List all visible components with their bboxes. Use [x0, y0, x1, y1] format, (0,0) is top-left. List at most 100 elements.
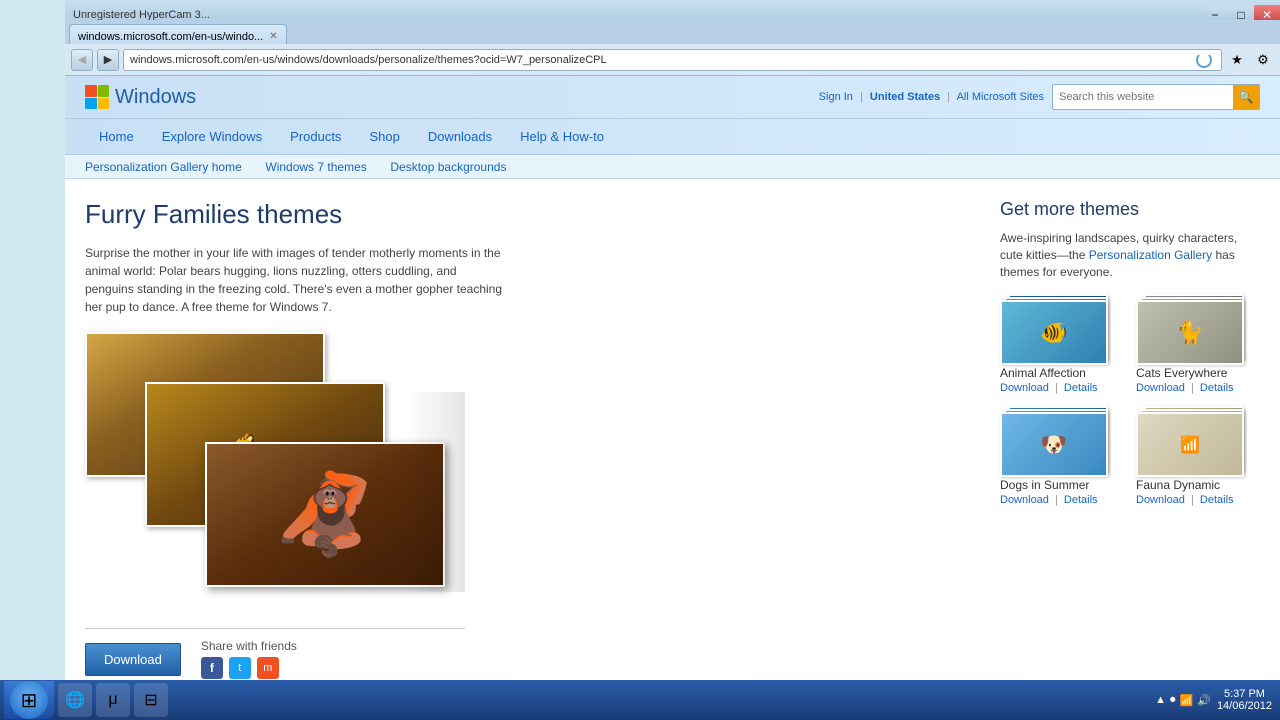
taskbar: ⊞ 🌐 μ ⊟ ▲ ⏺ 📶 🔊 5:37 PM 14/06/2012 — [0, 680, 1280, 720]
theme-name-cats-everywhere: Cats Everywhere — [1136, 366, 1260, 380]
taskbar-left: ⊞ 🌐 μ ⊟ — [0, 681, 168, 719]
subnav-gallery-home[interactable]: Personalization Gallery home — [85, 160, 242, 174]
sys-icon-network: 📶 — [1180, 694, 1194, 707]
main-nav: Home Explore Windows Products Shop Downl… — [65, 119, 1280, 155]
msn-share-button[interactable]: m — [257, 657, 279, 679]
share-icons: f t m — [201, 657, 297, 679]
taskbar-icon-wmc[interactable]: ⊟ — [134, 683, 168, 717]
nav-explore-windows[interactable]: Explore Windows — [148, 119, 276, 154]
thumb-front: 🐠 — [1000, 300, 1108, 365]
content-divider — [85, 628, 465, 629]
facebook-share-button[interactable]: f — [201, 657, 223, 679]
share-section: Share with friends f t m — [201, 639, 297, 679]
page-wrapper: Windows Sign In | United States | All Mi… — [65, 76, 1280, 680]
page-title: Furry Families themes — [85, 199, 970, 230]
favorites-button[interactable]: ★ — [1226, 49, 1248, 71]
gallery-link[interactable]: Personalization Gallery — [1089, 248, 1212, 262]
tools-button[interactable]: ⚙ — [1252, 49, 1274, 71]
animal-affection-details-link[interactable]: Details — [1064, 382, 1098, 394]
site-header: Windows Sign In | United States | All Mi… — [65, 76, 1280, 119]
theme-name-fauna-dynamic: Fauna Dynamic — [1136, 478, 1260, 492]
dogs-in-summer-details-link[interactable]: Details — [1064, 494, 1098, 506]
thumb-front: 📶 — [1136, 412, 1244, 477]
header-right: Sign In | United States | All Microsoft … — [819, 84, 1260, 110]
loading-spinner — [1196, 52, 1212, 68]
theme-links-dogs-in-summer: Download | Details — [1000, 494, 1124, 506]
theme-links-animal-affection: Download | Details — [1000, 382, 1124, 394]
nav-shop[interactable]: Shop — [355, 119, 413, 154]
main-content: Furry Families themes Surprise the mothe… — [85, 199, 970, 680]
tab-label: windows.microsoft.com/en-us/windo... — [78, 31, 263, 43]
taskbar-time-text: 5:37 PM — [1217, 688, 1272, 700]
theme-thumb-dogs-in-summer: 🐕 🐶 — [1000, 406, 1115, 478]
nav-products[interactable]: Products — [276, 119, 355, 154]
theme-thumb-animal-affection: 🐟 🐠 — [1000, 294, 1115, 366]
theme-links-cats-everywhere: Download | Details — [1136, 382, 1260, 394]
taskbar-icon-chrome[interactable]: 🌐 — [58, 683, 92, 717]
logo-text: Windows — [115, 86, 196, 109]
cats-everywhere-download-link[interactable]: Download — [1136, 382, 1185, 394]
monkey-icon: 🦧 — [275, 468, 375, 562]
theme-card-dogs-in-summer: 🐕 🐶 Dogs in Summer Download | Details — [1000, 406, 1124, 506]
header-links: Sign In | United States | All Microsoft … — [819, 91, 1044, 103]
fauna-dynamic-download-link[interactable]: Download — [1136, 494, 1185, 506]
browser-content: Windows Sign In | United States | All Mi… — [65, 76, 1280, 680]
united-states-link[interactable]: United States — [870, 91, 940, 103]
animal-affection-download-link[interactable]: Download — [1000, 382, 1049, 394]
nav-help[interactable]: Help & How-to — [506, 119, 618, 154]
fauna-dynamic-details-link[interactable]: Details — [1200, 494, 1234, 506]
themes-grid: 🐟 🐠 Animal Affection Download | Details — [1000, 294, 1260, 506]
windows-logo: Windows — [85, 85, 196, 109]
description: Surprise the mother in your life with im… — [85, 244, 505, 316]
sign-in-link[interactable]: Sign In — [819, 91, 853, 103]
theme-name-animal-affection: Animal Affection — [1000, 366, 1124, 380]
refresh-button[interactable] — [1193, 49, 1215, 71]
download-button[interactable]: Download — [85, 643, 181, 676]
sys-icon-sound: 🔊 — [1197, 694, 1211, 707]
subnav-w7-themes[interactable]: Windows 7 themes — [265, 160, 366, 174]
theme-card-cats-everywhere: 🐱 🐈 Cats Everywhere Download | Details — [1136, 294, 1260, 394]
theme-links-fauna-dynamic: Download | Details — [1136, 494, 1260, 506]
back-button[interactable]: ◀ — [71, 49, 93, 71]
cats-everywhere-details-link[interactable]: Details — [1200, 382, 1234, 394]
windows-flag-icon — [85, 85, 109, 109]
url-bar[interactable]: windows.microsoft.com/en-us/windows/down… — [123, 49, 1222, 71]
tab-close-button[interactable]: ✕ — [269, 31, 277, 42]
nav-home[interactable]: Home — [85, 119, 148, 154]
sidebar: Get more themes Awe-inspiring landscapes… — [1000, 199, 1260, 680]
theme-preview: 🐆 🦧 — [85, 332, 465, 612]
search-box: 🔍 — [1052, 84, 1260, 110]
thumb-front: 🐶 — [1000, 412, 1108, 477]
forward-button[interactable]: ▶ — [97, 49, 119, 71]
taskbar-date-text: 14/06/2012 — [1217, 700, 1272, 712]
nav-downloads[interactable]: Downloads — [414, 119, 506, 154]
addressbar: ◀ ▶ windows.microsoft.com/en-us/windows/… — [65, 44, 1280, 76]
subnav-desktop-bg[interactable]: Desktop backgrounds — [390, 160, 506, 174]
theme-thumb-fauna-dynamic: 🦊 📶 — [1136, 406, 1251, 478]
sys-icon-1: ▲ — [1155, 694, 1166, 706]
sidebar-title: Get more themes — [1000, 199, 1260, 220]
theme-thumb-cats-everywhere: 🐱 🐈 — [1136, 294, 1251, 366]
dogs-in-summer-download-link[interactable]: Download — [1000, 494, 1049, 506]
taskbar-clock[interactable]: 5:37 PM 14/06/2012 — [1217, 688, 1272, 712]
twitter-share-button[interactable]: t — [229, 657, 251, 679]
taskbar-icon-utorrent[interactable]: μ — [96, 683, 130, 717]
theme-name-dogs-in-summer: Dogs in Summer — [1000, 478, 1124, 492]
start-orb: ⊞ — [10, 681, 48, 719]
start-button[interactable]: ⊞ — [4, 681, 54, 719]
sub-nav: Personalization Gallery home Windows 7 t… — [65, 155, 1280, 179]
taskbar-sys-tray: ▲ ⏺ 📶 🔊 — [1155, 694, 1211, 707]
sidebar-description: Awe-inspiring landscapes, quirky charact… — [1000, 230, 1260, 280]
all-sites-link[interactable]: All Microsoft Sites — [957, 91, 1044, 103]
preview-shadow — [405, 392, 465, 592]
content-area: Furry Families themes Surprise the mothe… — [65, 179, 1280, 680]
theme-card-fauna-dynamic: 🦊 📶 Fauna Dynamic Download | Details — [1136, 406, 1260, 506]
download-section: Download Share with friends f t m — [85, 639, 970, 679]
search-button[interactable]: 🔍 — [1233, 85, 1259, 109]
share-label: Share with friends — [201, 639, 297, 653]
search-input[interactable] — [1053, 85, 1233, 109]
sys-icon-rec: ⏺ — [1170, 694, 1176, 707]
theme-card-animal-affection: 🐟 🐠 Animal Affection Download | Details — [1000, 294, 1124, 394]
taskbar-right: ▲ ⏺ 📶 🔊 5:37 PM 14/06/2012 — [1155, 688, 1280, 712]
url-text: windows.microsoft.com/en-us/windows/down… — [130, 54, 1193, 66]
